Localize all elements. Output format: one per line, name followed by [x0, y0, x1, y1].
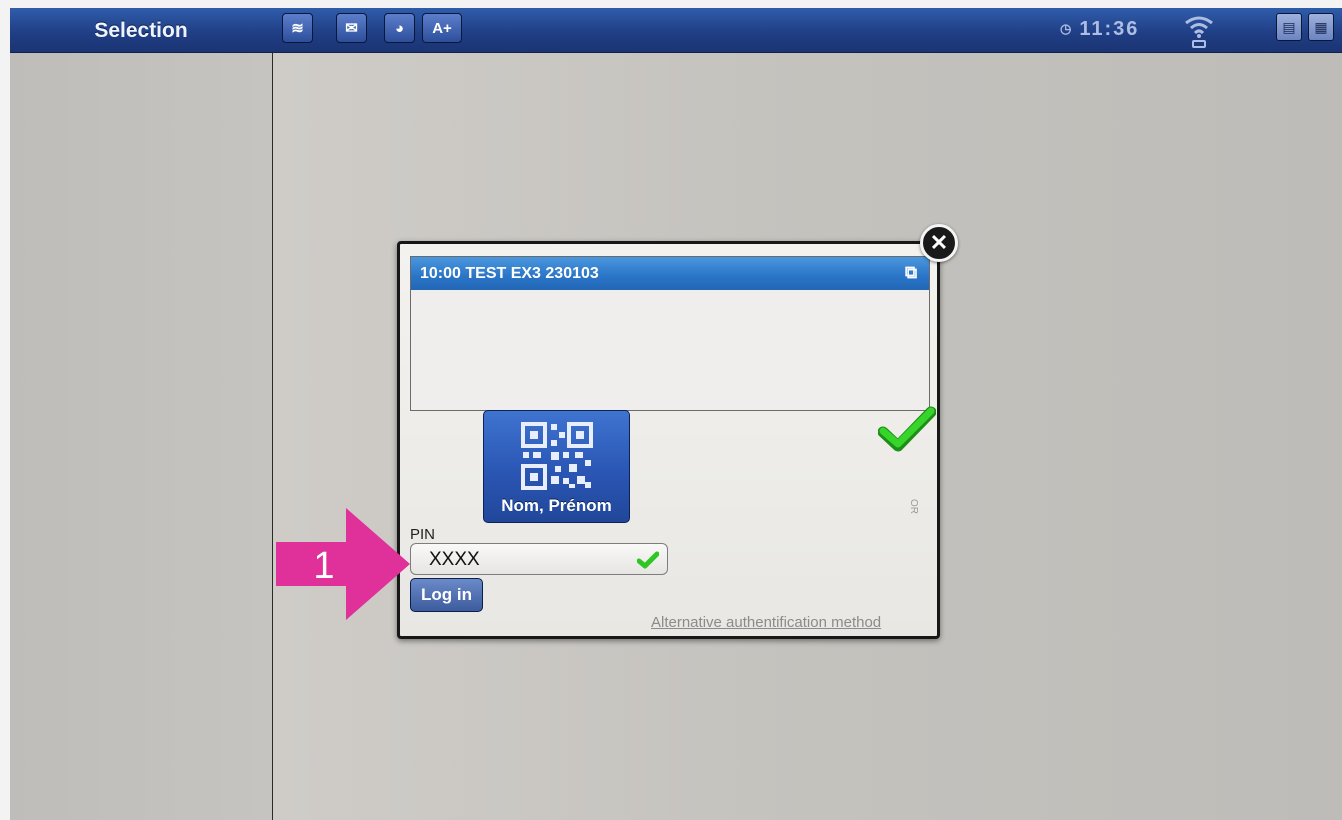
pin-value: XXXX	[429, 549, 480, 570]
top-bar: Selection ≋ ✉ ◕ A+ ◷ 11:36 ▤ ▦	[10, 8, 1342, 53]
callout-arrow: 1	[276, 508, 410, 620]
callout-number: 1	[313, 545, 334, 587]
font-size-button[interactable]: A+	[422, 13, 462, 43]
login-dialog: 10:00 TEST EX3 230103 ⧉ Nom, Prénom OR P…	[397, 241, 940, 639]
session-title: 10:00 TEST EX3 230103	[420, 265, 599, 282]
clock-time: 11:36	[1079, 18, 1140, 40]
globe-button[interactable]: ◕	[384, 13, 415, 43]
alternative-auth-link[interactable]: Alternative authentification method	[651, 614, 881, 631]
session-panel: 10:00 TEST EX3 230103 ⧉	[410, 256, 930, 411]
qr-scan-button[interactable]: Nom, Prénom	[483, 410, 630, 523]
session-header: 10:00 TEST EX3 230103 ⧉	[411, 257, 929, 290]
document-icon[interactable]: ▤	[1276, 13, 1302, 41]
wifi-icon	[1185, 16, 1213, 48]
globe-icon: ◕	[394, 19, 405, 37]
status-clock: ◷ 11:36	[1060, 14, 1139, 44]
pin-valid-icon	[637, 551, 659, 569]
pin-input[interactable]: XXXX	[410, 543, 668, 575]
sidebar	[10, 53, 273, 820]
selection-title: Selection	[94, 19, 188, 42]
layers-button[interactable]: ≋	[282, 13, 313, 43]
login-button[interactable]: Log in	[410, 578, 483, 612]
layers-icon: ≋	[291, 20, 304, 37]
pin-label: PIN	[410, 526, 436, 543]
checkmark-icon	[878, 406, 936, 452]
or-label: OR	[908, 499, 919, 514]
qr-button-label: Nom, Prénom	[501, 496, 612, 515]
mail-button[interactable]: ✉	[336, 13, 367, 43]
mail-icon: ✉	[345, 20, 358, 37]
clock-icon: ◷	[1060, 21, 1074, 36]
qr-code-icon	[520, 422, 593, 490]
copy-check-icon[interactable]: ⧉	[905, 264, 923, 282]
grid-icon[interactable]: ▦	[1308, 13, 1334, 41]
close-icon[interactable]: ✕	[920, 224, 958, 262]
